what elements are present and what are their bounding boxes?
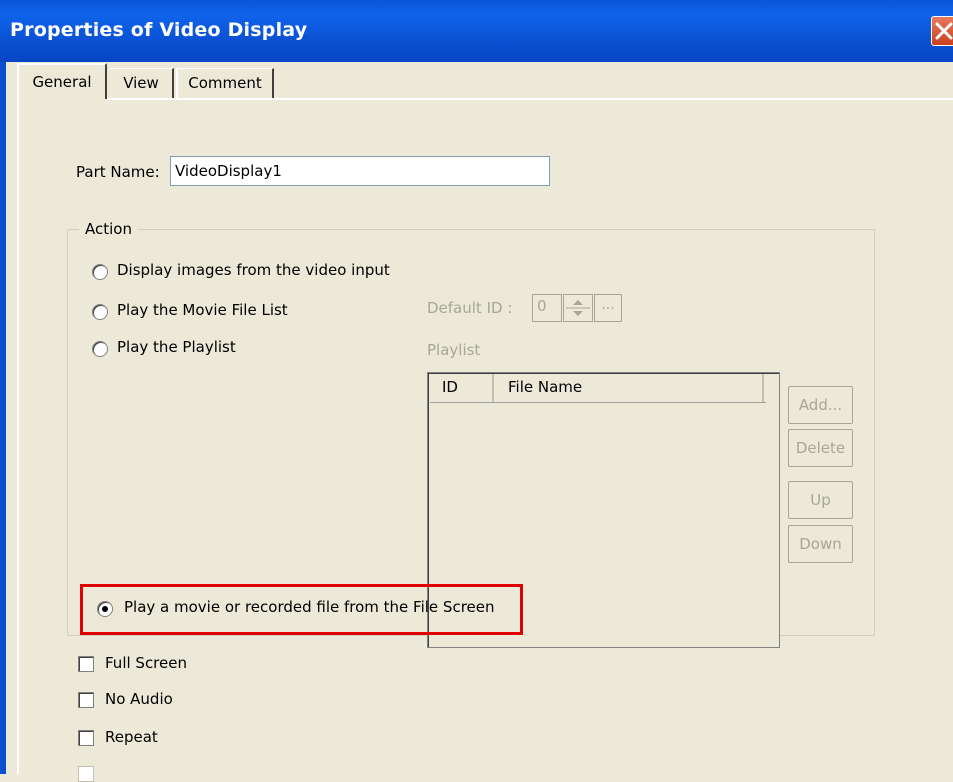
tab-panel-border xyxy=(107,98,953,100)
radio-display-video-input[interactable] xyxy=(92,264,108,280)
tab-panel-border-left xyxy=(17,98,19,774)
radio-play-from-file-screen[interactable] xyxy=(97,601,113,617)
no-audio-label[interactable]: No Audio xyxy=(105,690,173,708)
repeat-checkbox[interactable] xyxy=(78,730,94,746)
radio-play-playlist-label[interactable]: Play the Playlist xyxy=(117,338,236,356)
column-header-id[interactable]: ID xyxy=(430,374,494,402)
close-button[interactable] xyxy=(931,16,953,46)
tab-comment[interactable]: Comment xyxy=(176,68,274,98)
full-screen-checkbox[interactable] xyxy=(78,656,94,672)
delete-button[interactable]: Delete xyxy=(788,429,853,467)
full-screen-label[interactable]: Full Screen xyxy=(105,654,187,672)
radio-play-movie-file-list-label[interactable]: Play the Movie File List xyxy=(117,301,288,319)
window-border xyxy=(0,62,6,774)
column-header-file-name[interactable]: File Name xyxy=(494,374,764,402)
radio-display-video-input-label[interactable]: Display images from the video input xyxy=(117,261,390,279)
part-name-label: Part Name: xyxy=(76,163,160,181)
part-name-input[interactable] xyxy=(170,156,550,186)
tab-view[interactable]: View xyxy=(110,68,174,98)
radio-play-from-file-screen-label[interactable]: Play a movie or recorded file from the F… xyxy=(124,598,495,616)
window-title: Properties of Video Display xyxy=(10,19,308,41)
down-button[interactable]: Down xyxy=(788,525,853,563)
tab-general[interactable]: General xyxy=(17,63,107,99)
no-audio-checkbox[interactable] xyxy=(78,692,94,708)
action-group-label: Action xyxy=(79,220,138,238)
default-id-input[interactable]: 0 xyxy=(532,294,562,322)
repeat-label[interactable]: Repeat xyxy=(105,728,158,746)
add-button[interactable]: Add... xyxy=(788,386,853,424)
spinner-arrows-icon xyxy=(566,300,590,316)
default-id-label: Default ID : xyxy=(427,299,513,317)
playlist-label: Playlist xyxy=(427,341,481,359)
radio-play-movie-file-list[interactable] xyxy=(92,304,108,320)
close-icon xyxy=(935,22,953,40)
cut-off-checkbox[interactable] xyxy=(78,766,94,782)
default-id-browse-button[interactable]: ... xyxy=(594,294,622,322)
header-divider xyxy=(430,402,766,403)
radio-play-playlist[interactable] xyxy=(92,341,108,357)
title-bar: Properties of Video Display xyxy=(0,0,953,62)
default-id-spinner[interactable] xyxy=(563,294,593,322)
up-button[interactable]: Up xyxy=(788,481,853,519)
